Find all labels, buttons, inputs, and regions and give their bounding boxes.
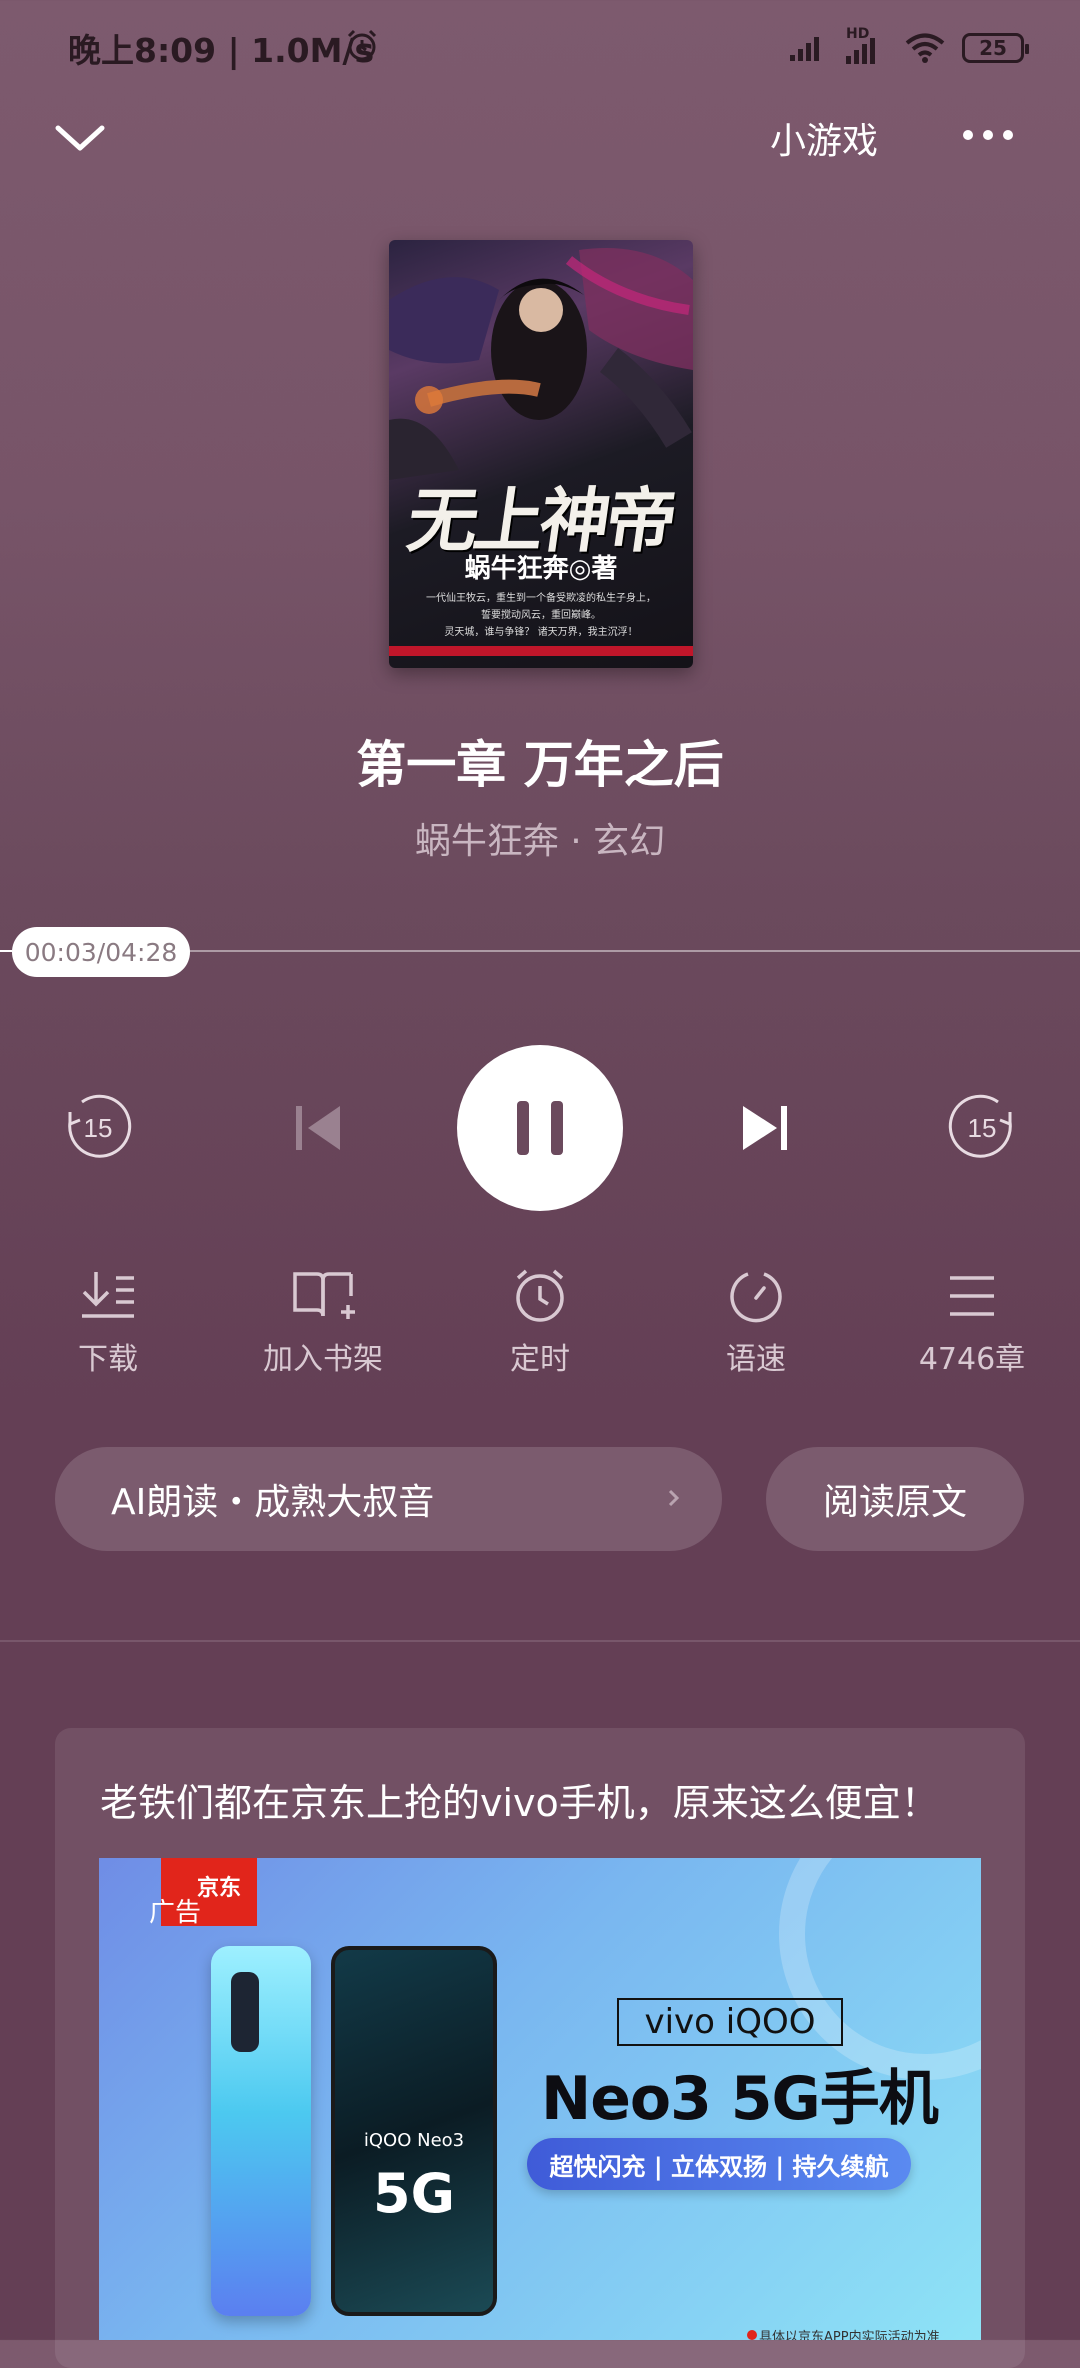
ai-voice-label: AI朗读・成熟大叔音 [111,1482,435,1523]
hd-signal-icon: HD [844,26,888,66]
phone-brand: iQOO Neo3 [363,2130,465,2151]
cover-blurb-line: 一代仙王牧云，重生到一个备受欺凌的私生子身上， [426,593,656,604]
ad-decoration [779,1858,981,2080]
section-divider [0,1640,1080,1642]
rewind-icon: 15 [68,1094,132,1158]
signal-icon [790,37,819,61]
jd-logo-text: 京东 [197,1876,242,1901]
rewind-15-button[interactable]: 15 [60,1090,136,1166]
progress-time-thumb[interactable]: 00:03/04:28 [12,927,190,977]
read-original-button[interactable]: 阅读原文 [766,1447,1024,1551]
ai-voice-selector[interactable]: AI朗读・成熟大叔音 [55,1447,722,1551]
chapter-list-icon [950,1276,994,1316]
ad-model-box: vivo iQOO [617,1998,843,2046]
phone-front-image: iQOO Neo3 5G [331,1946,497,2316]
collapse-chevron-down-icon[interactable] [50,108,110,168]
next-icon [743,1106,787,1150]
phone-5g: 5G [373,2162,455,2225]
cover-blurb: 一代仙王牧云，重生到一个备受欺凌的私生子身上， 誓要搅动风云，重回巅峰。 灵天城… [411,590,671,641]
speed-button[interactable]: 语速 [681,1268,831,1378]
book-add-icon [293,1272,355,1319]
battery-icon: 25 [962,33,1029,63]
phone-camera [231,1972,259,2052]
book-meta: 蜗牛狂奔 · 玄幻 [414,821,666,862]
add-to-shelf-label: 加入书架 [263,1342,383,1377]
alarm-clock-icon [516,1269,564,1322]
chevron-right-icon [668,1489,680,1507]
next-chapter-button[interactable] [735,1098,795,1158]
previous-chapter-button[interactable] [290,1098,350,1158]
chapter-title: 第一章 万年之后 [356,736,724,794]
forward-seconds: 15 [968,1113,997,1143]
speed-label: 语速 [726,1342,786,1377]
pause-icon [517,1101,563,1155]
progress-fill [0,950,12,952]
forward-15-button[interactable]: 15 [944,1090,1020,1166]
ad-headline[interactable]: 老铁们都在京东上抢的vivo手机，原来这么便宜！ [100,1772,939,1827]
forward-icon: 15 [948,1094,1012,1158]
ad-dot [747,2330,757,2340]
book-cover: 无上神帝 蜗牛狂奔◎著 一代仙王牧云，重生到一个备受欺凌的私生子身上， 誓要搅动… [389,240,693,668]
status-bar: 晚上8:09 | 1.0M/s HD 25 [0,0,1080,95]
cover-blurb-line: 誓要搅动风云，重回巅峰。 [481,610,601,621]
add-to-shelf-button[interactable]: 加入书架 [248,1268,398,1378]
cover-artwork [389,248,693,480]
pause-button[interactable] [457,1045,623,1211]
cover-blurb-line: 灵天城，谁与争锋？ 诸天万界，我主沉浮！ [444,627,638,638]
download-button[interactable]: 下载 [33,1268,183,1378]
status-time: 晚上8:09 | 1.0M/s [68,31,375,70]
ad-tag: 广告 [149,1898,202,1928]
mini-games-link[interactable]: 小游戏 [770,112,878,164]
ad-footnote: 具体以京东APP内实际活动为准 [759,2330,940,2340]
timer-label: 定时 [510,1342,570,1377]
chapters-label: 4746章 [918,1342,1026,1377]
timer-button[interactable]: 定时 [465,1268,615,1378]
more-options-icon[interactable] [958,115,1018,155]
download-label: 下载 [78,1342,138,1377]
battery-level: 25 [979,36,1007,60]
phone-back-image [211,1946,311,2316]
cover-red-stripe [389,646,693,656]
ad-features: 超快闪充 | 立体双扬 | 持久续航 [527,2138,911,2190]
alarm-icon [347,29,377,61]
wifi-icon [905,33,945,63]
chapters-button[interactable]: 4746章 [897,1268,1047,1378]
download-icon [82,1272,134,1318]
rewind-seconds: 15 [84,1113,113,1143]
ad-image[interactable]: 京东 广告 iQOO Neo3 5G vivo iQOO Neo3 5G手机 超… [99,1858,981,2340]
speed-gauge-icon [730,1272,782,1323]
cover-author: 蜗牛狂奔◎著 [464,554,618,584]
status-icons: HD 25 [788,26,1029,68]
previous-icon [296,1106,340,1150]
ad-model-title: Neo3 5G手机 [541,2064,939,2134]
